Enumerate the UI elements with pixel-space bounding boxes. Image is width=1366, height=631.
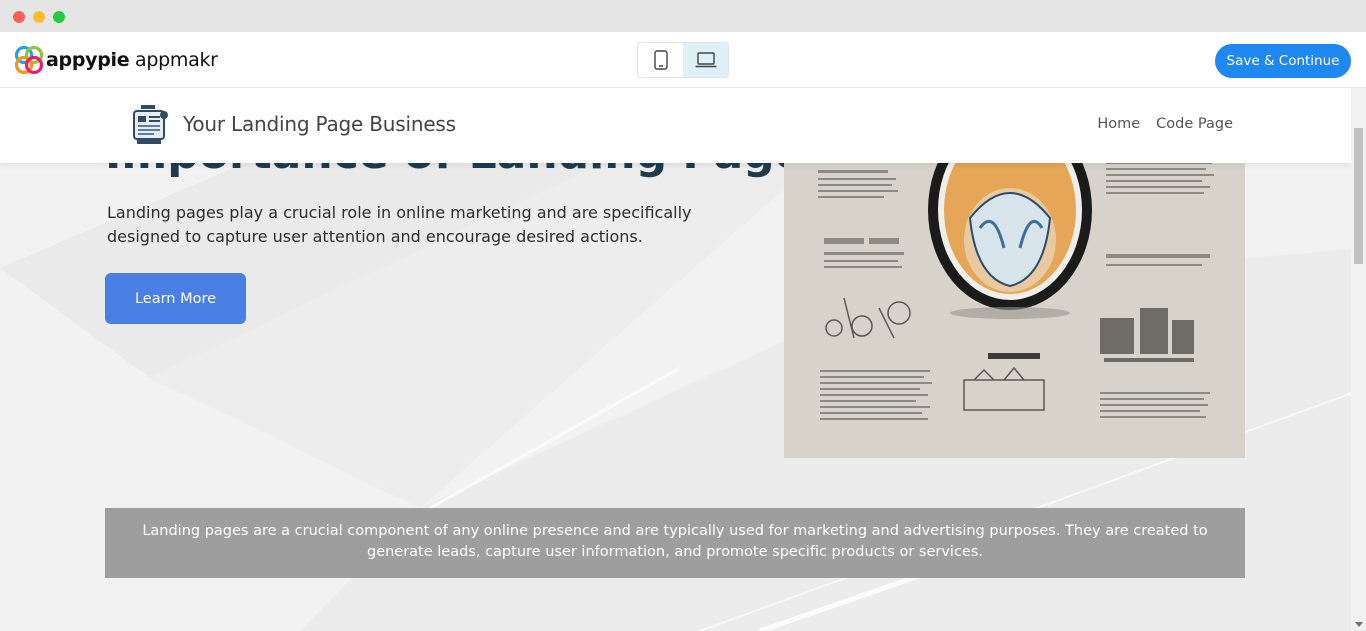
preview-scrollbar[interactable]: [1351, 88, 1366, 631]
brand-name: appypie appmakr: [46, 49, 218, 71]
site-nav: Home Code Page: [1097, 116, 1233, 132]
site-title[interactable]: Your Landing Page Business: [183, 112, 456, 136]
device-toggle: [637, 42, 729, 78]
desktop-view-button[interactable]: [683, 43, 728, 77]
minimize-window-icon[interactable]: [33, 11, 45, 23]
nav-code-page-link[interactable]: Code Page: [1156, 116, 1233, 132]
save-continue-button[interactable]: Save & Continue: [1215, 44, 1351, 78]
hero-text: Landing pages play a crucial role in onl…: [107, 203, 692, 246]
appypie-logo[interactable]: appypie appmakr: [15, 46, 218, 74]
appypie-logo-icon: [15, 46, 43, 74]
app-toolbar: appypie appmakr Save & Continue: [0, 32, 1366, 88]
laptop-icon: [695, 52, 716, 68]
maximize-window-icon[interactable]: [53, 11, 65, 23]
site-preview: Your Landing Page Business Home Code Pag…: [0, 88, 1366, 631]
close-window-icon[interactable]: [13, 11, 25, 23]
hero-illustration: [784, 148, 1245, 458]
scrollbar-thumb[interactable]: [1354, 128, 1363, 264]
info-band: Landing pages are a crucial component of…: [105, 508, 1245, 578]
scroll-down-icon[interactable]: [1355, 622, 1363, 627]
window-titlebar: [0, 0, 1366, 32]
mobile-view-button[interactable]: [638, 43, 683, 77]
business-logo-icon[interactable]: [131, 103, 171, 147]
illustration-image: [784, 148, 1245, 458]
learn-more-button[interactable]: Learn More: [105, 273, 246, 324]
nav-home-link[interactable]: Home: [1097, 116, 1140, 132]
phone-icon: [653, 50, 668, 70]
site-header: Your Landing Page Business Home Code Pag…: [0, 88, 1351, 163]
